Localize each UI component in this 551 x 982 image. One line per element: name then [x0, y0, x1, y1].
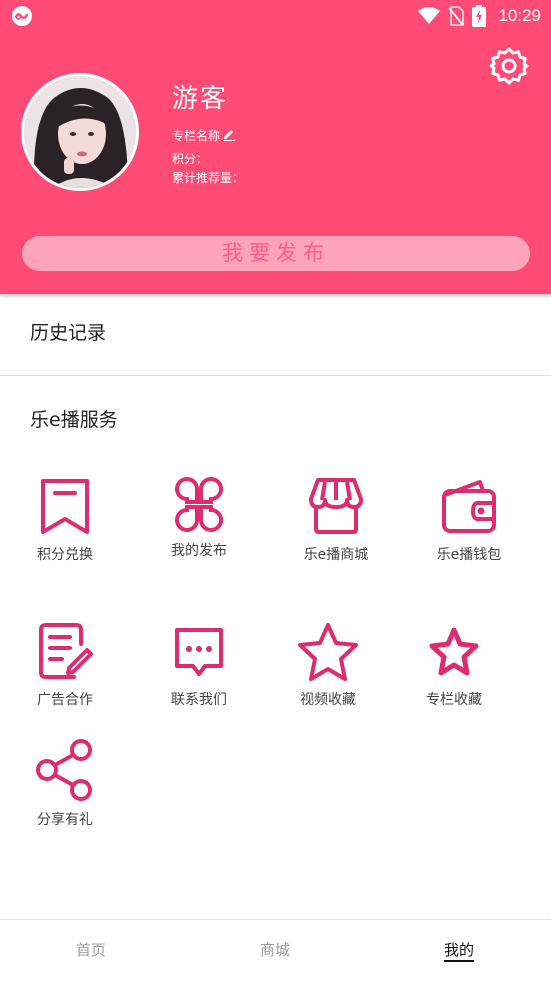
- bookmark-icon: [41, 479, 89, 534]
- bottom-nav: 首页 商城 我的: [0, 919, 551, 982]
- service-item-store[interactable]: 乐e播商城: [271, 477, 401, 564]
- status-time: 10:29: [498, 6, 541, 25]
- service-label: 我的发布: [171, 543, 227, 559]
- service-item-contact-us[interactable]: 联系我们: [134, 622, 264, 709]
- edit-pencil-icon[interactable]: [222, 127, 236, 141]
- share-icon: [36, 739, 92, 801]
- service-label: 联系我们: [171, 692, 227, 708]
- history-label: 历史记录: [30, 322, 107, 344]
- no-sim-icon: [448, 6, 465, 26]
- username: 游客: [172, 84, 229, 114]
- clover-grid-icon: [175, 477, 223, 532]
- service-label: 积分兑换: [37, 547, 93, 563]
- recommend-count-label: 累计推荐量：: [172, 171, 245, 185]
- service-item-video-favorites[interactable]: 视频收藏: [263, 622, 393, 709]
- nav-item-mine[interactable]: 我的: [399, 939, 519, 962]
- settings-gear-icon[interactable]: [489, 46, 529, 86]
- star-outline-icon: [298, 623, 358, 681]
- service-item-share-rewards[interactable]: 分享有礼: [0, 738, 130, 829]
- service-label: 视频收藏: [300, 692, 356, 708]
- status-icons: 10:29: [418, 3, 541, 29]
- service-label: 乐e播商城: [303, 547, 369, 563]
- profile-header: 10:29 游客 专栏名称 积分： 累计推荐量： 我要发布: [0, 0, 551, 294]
- service-label: 专栏收藏: [426, 692, 482, 708]
- column-name-label: 专栏名称: [172, 129, 221, 143]
- document-edit-icon: [39, 623, 93, 679]
- status-bar: 10:29: [0, 0, 551, 32]
- nav-label: 商城: [259, 941, 290, 959]
- points-label: 积分：: [172, 152, 209, 166]
- service-label: 乐e播钱包: [436, 547, 502, 563]
- divider: [0, 375, 551, 376]
- service-label: 分享有礼: [37, 812, 93, 828]
- history-row[interactable]: 历史记录: [0, 295, 551, 375]
- battery-charging-icon: [472, 5, 487, 27]
- wifi-icon: [418, 7, 441, 24]
- wallet-icon: [442, 480, 496, 533]
- service-item-wallet[interactable]: 乐e播钱包: [404, 477, 534, 564]
- publish-button[interactable]: 我要发布: [22, 236, 530, 271]
- column-name-row: 专栏名称: [172, 127, 236, 144]
- nav-label: 首页: [75, 941, 106, 959]
- service-item-column-favorites[interactable]: 专栏收藏: [389, 622, 519, 709]
- service-item-ad-cooperation[interactable]: 广告合作: [0, 622, 130, 709]
- message-icon: [175, 628, 223, 676]
- nav-label: 我的: [443, 941, 474, 962]
- app-logo-icon: [12, 6, 32, 26]
- service-item-my-posts[interactable]: 我的发布: [134, 477, 264, 560]
- avatar[interactable]: [21, 73, 139, 191]
- service-label: 广告合作: [37, 692, 93, 708]
- avatar-image: [24, 76, 136, 188]
- store-icon: [309, 478, 363, 534]
- services-title: 乐e播服务: [30, 409, 118, 431]
- nav-item-store[interactable]: 商城: [215, 939, 335, 960]
- star-icon: [429, 627, 479, 676]
- service-item-points-exchange[interactable]: 积分兑换: [0, 477, 130, 564]
- nav-item-home[interactable]: 首页: [31, 939, 151, 960]
